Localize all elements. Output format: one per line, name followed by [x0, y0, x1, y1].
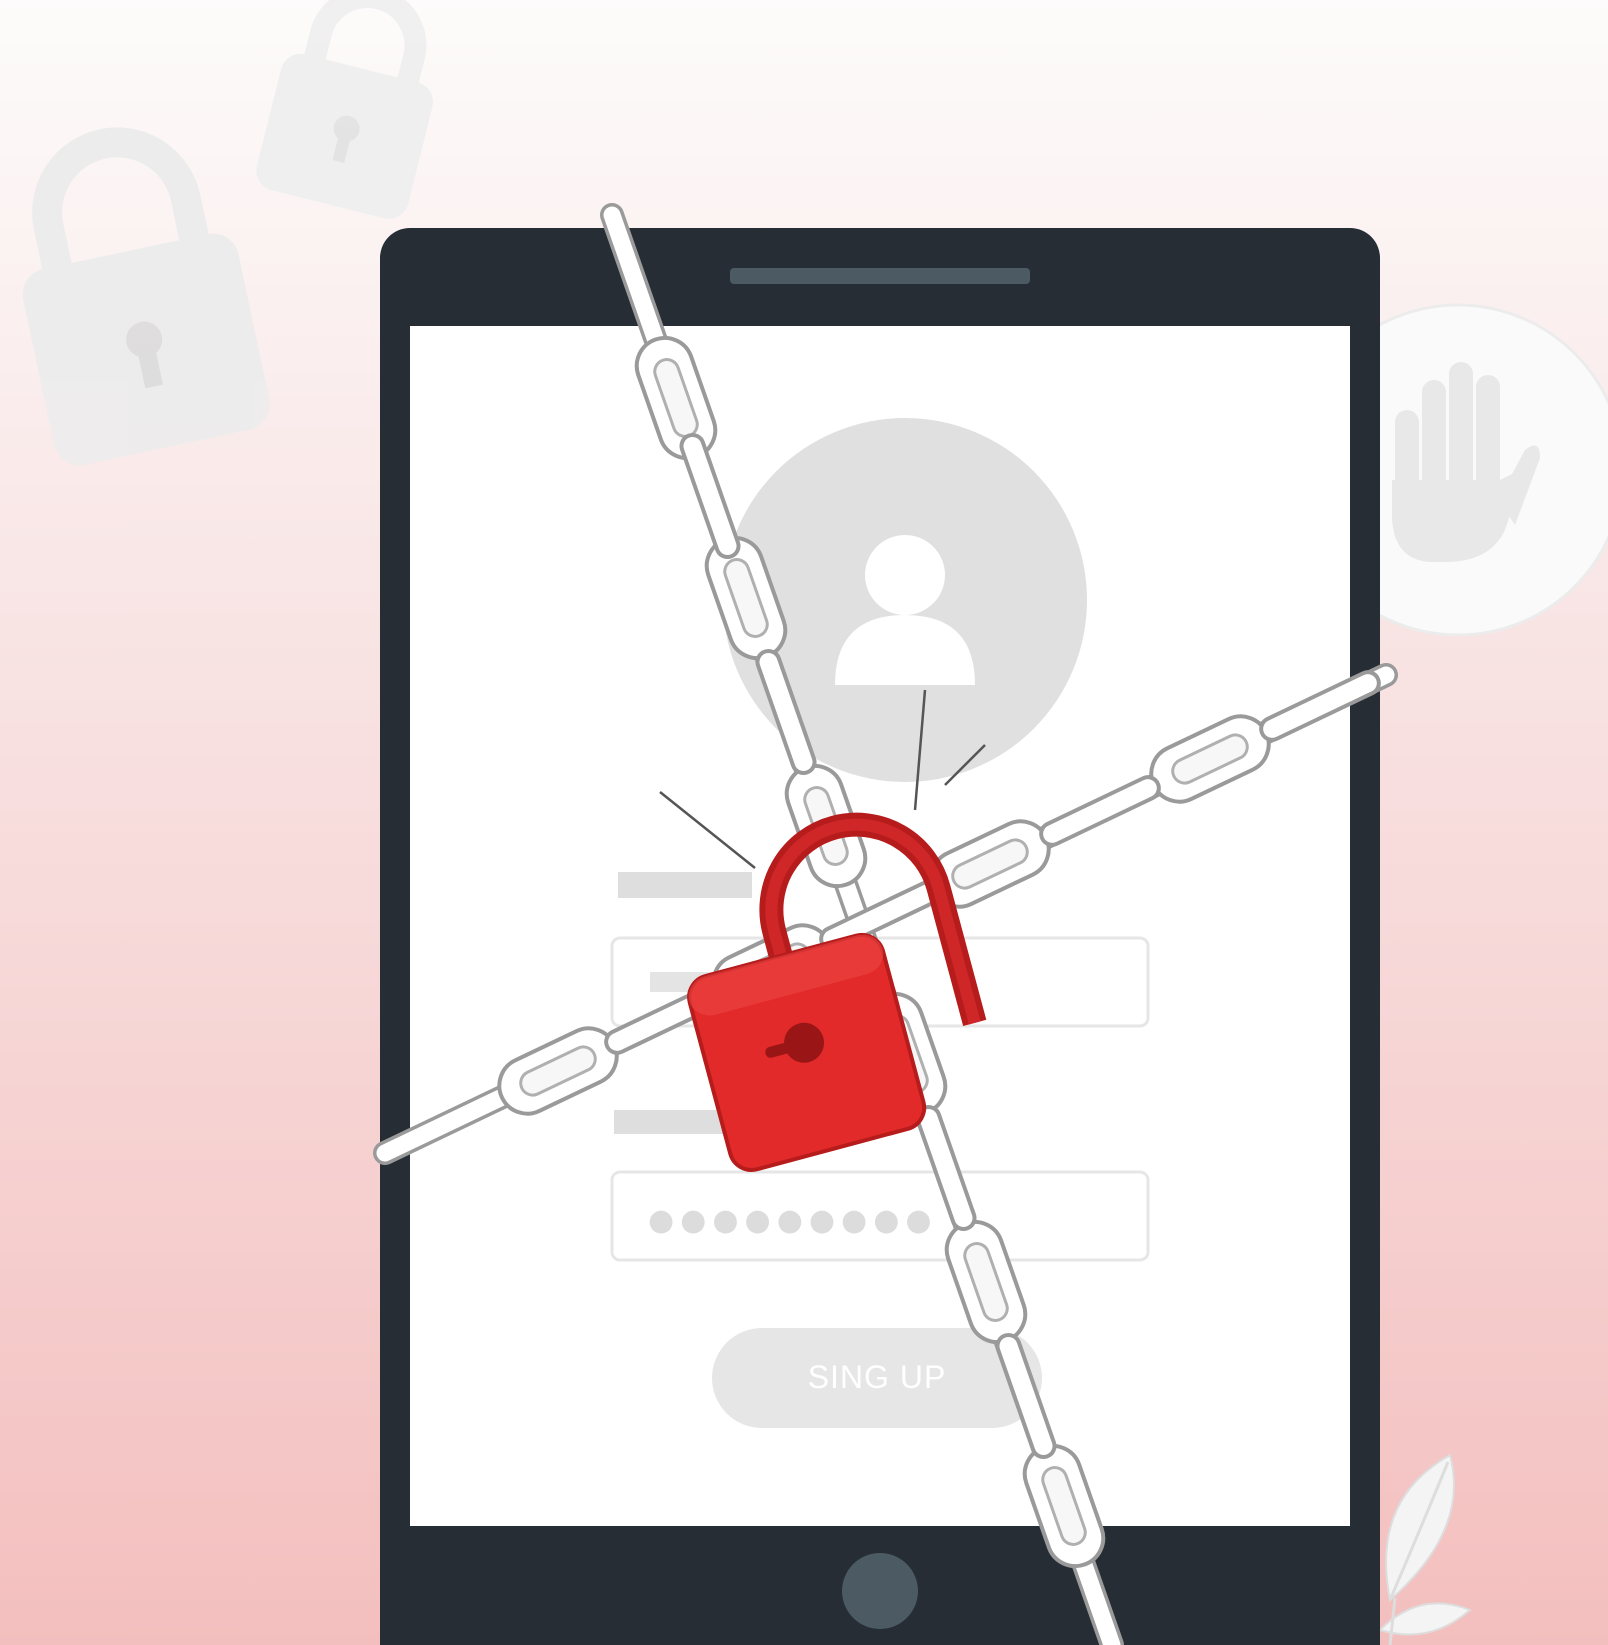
password-field[interactable]: ●●●●●●●●●	[610, 1170, 1150, 1262]
speaker-grille	[730, 268, 1030, 284]
username-label	[618, 872, 752, 898]
password-mask: ●●●●●●●●●	[648, 1203, 938, 1238]
locked-device-illustration: ●●●●●●●●● SING UP	[0, 0, 1608, 1645]
home-button	[842, 1553, 918, 1629]
signup-button-label: SING UP	[808, 1359, 947, 1395]
illustration-canvas: ●●●●●●●●● SING UP	[0, 0, 1608, 1645]
